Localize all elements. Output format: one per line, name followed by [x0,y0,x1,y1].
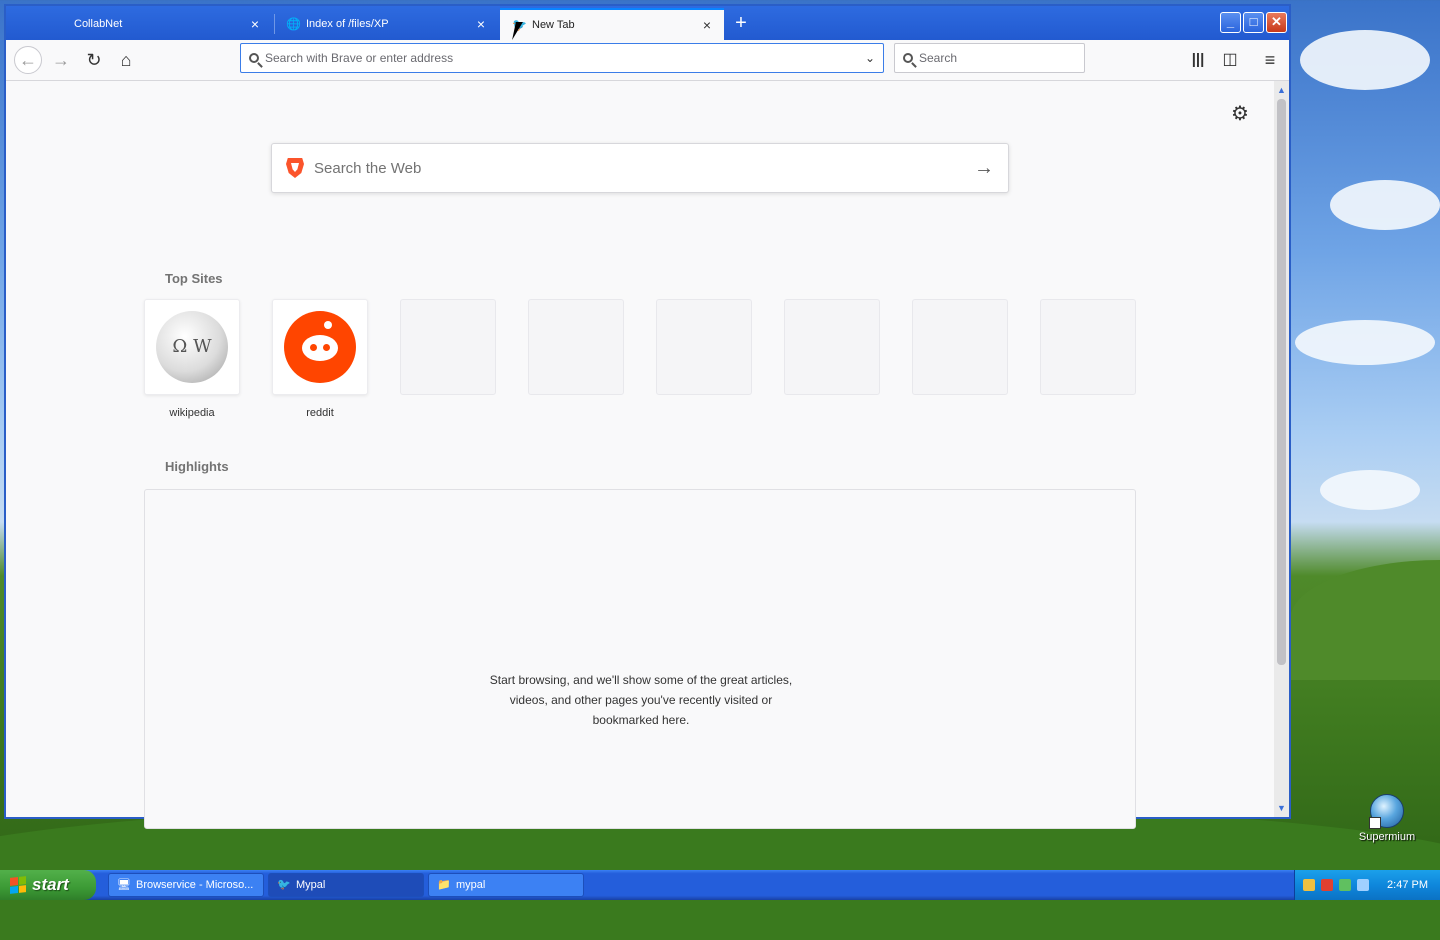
taskbar: start 🖥 Browservice - Microso... 🐦 Mypal… [0,870,1440,900]
close-tab-icon[interactable]: × [474,16,488,32]
browservice-icon: 🖥 [117,879,131,891]
sidebar-toggle-icon[interactable]: ◫ [1216,46,1244,74]
blank-page-icon [54,17,68,31]
web-search-placeholder: Search the Web [314,159,422,177]
highlights-empty-message: Start browsing, and we'll show some of t… [465,670,817,730]
scrollbar-thumb[interactable] [1277,99,1286,665]
top-site-empty[interactable] [656,299,752,395]
highlights-panel: Start browsing, and we'll show some of t… [144,489,1136,829]
top-site-wikipedia[interactable]: Ω W [144,299,240,395]
empty-message-line: videos, and other pages you've recently … [509,693,773,707]
forward-button[interactable]: → [47,46,75,74]
empty-message-line: bookmarked here. [592,713,690,727]
empty-message-line: Start browsing, and we'll show some of t… [489,673,793,687]
address-bar[interactable]: Search with Brave or enter address ⌄ [240,43,884,73]
new-tab-page: ⚙ Search the Web → Top Sites Ω W wikiped… [6,81,1276,829]
volume-icon[interactable] [1357,879,1369,891]
top-site-label: reddit [306,407,334,419]
tab-index-files-xp[interactable]: 🌐 Index of /files/XP × [274,8,498,40]
start-button[interactable]: start [0,870,96,900]
tab-label: New Tab [532,19,575,31]
clock[interactable]: 2:47 PM [1387,879,1428,891]
tab-label: Index of /files/XP [306,18,389,30]
brave-logo-icon [286,158,304,178]
new-tab-button[interactable]: + [730,12,752,34]
windows-logo-icon [10,876,26,894]
tab-new-tab[interactable]: 🐦 New Tab × [500,8,724,40]
page-scrollbar[interactable]: ▲ ▼ [1274,81,1289,817]
top-site-empty[interactable] [400,299,496,395]
top-site-empty[interactable] [912,299,1008,395]
maximize-button[interactable]: □ [1243,12,1264,33]
address-placeholder: Search with Brave or enter address [265,51,454,65]
task-label: Mypal [296,879,326,891]
security-shield-icon[interactable] [1321,879,1333,891]
task-label: Browservice - Microso... [136,879,254,891]
search-bar[interactable]: Search [894,43,1085,73]
program-tray-icon[interactable] [1339,879,1351,891]
minimize-button[interactable]: _ [1220,12,1241,33]
arrow-right-icon[interactable]: → [974,157,994,180]
folder-icon: 📁 [437,879,451,891]
search-icon [249,53,259,63]
tab-label: CollabNet [74,18,123,30]
taskbar-item-mypal-folder[interactable]: 📁 mypal [428,873,584,897]
taskbar-item-browservice[interactable]: 🖥 Browservice - Microso... [108,873,264,897]
browser-window: CollabNet × 🌐 Index of /files/XP × 🐦 New… [4,4,1291,829]
scroll-down-icon[interactable]: ▼ [1274,801,1289,815]
top-site-empty[interactable] [528,299,624,395]
wikipedia-icon: Ω W [156,311,228,383]
back-button[interactable]: ← [14,46,42,74]
desktop-icon-supermium[interactable]: Supermium [1352,790,1422,843]
close-window-button[interactable]: ✕ [1266,12,1287,33]
mypal-icon: 🐦 [277,879,291,891]
reload-button[interactable]: ↻ [80,46,108,74]
menu-icon[interactable]: ≡ [1256,46,1284,74]
web-search-box[interactable]: Search the Web → [271,143,1009,193]
navigation-toolbar: ← → ↻ ⌂ Search with Brave or enter addre… [6,40,1289,81]
library-icon[interactable]: ||| [1184,46,1212,74]
close-tab-icon[interactable]: × [700,17,714,33]
search-icon [903,53,913,63]
reddit-icon [284,311,356,383]
search-placeholder: Search [919,51,958,65]
tab-strip: CollabNet × 🌐 Index of /files/XP × 🐦 New… [6,6,1289,40]
top-site-reddit[interactable] [272,299,368,395]
task-label: mypal [456,879,486,891]
top-site-empty[interactable] [784,299,880,395]
gear-icon[interactable]: ⚙ [1231,101,1249,126]
home-button[interactable]: ⌂ [112,46,140,74]
taskbar-item-mypal[interactable]: 🐦 Mypal [268,873,424,897]
chevron-down-icon[interactable]: ⌄ [865,51,875,65]
top-site-label: wikipedia [169,407,215,419]
desktop-icon-label: Supermium [1358,831,1416,843]
scroll-up-icon[interactable]: ▲ [1274,83,1289,97]
supermium-icon [1369,794,1404,829]
highlights-heading: Highlights [165,459,229,474]
tab-collabnet[interactable]: CollabNet × [42,8,272,40]
network-icon[interactable] [1303,879,1315,891]
globe-icon: 🌐 [286,17,301,31]
system-tray: 2:47 PM [1294,870,1440,900]
top-site-empty[interactable] [1040,299,1136,395]
top-sites-heading: Top Sites [165,271,223,286]
start-label: start [32,875,69,894]
close-tab-icon[interactable]: × [248,16,262,32]
